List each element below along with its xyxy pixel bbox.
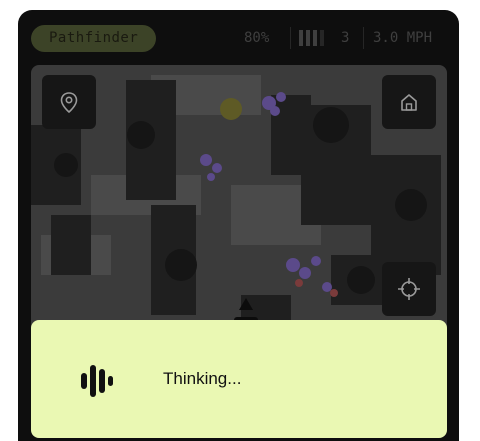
status-bar: Pathfinder 80% 3 3.0 MPH [18, 10, 459, 64]
battery-level: 80% [244, 30, 270, 46]
speed-readout: 3.0 MPH [373, 30, 433, 46]
signal-count: 3 [341, 30, 350, 46]
device-frame: Pathfinder 80% 3 3.0 MPH Thinking... [18, 10, 459, 441]
crosshair-icon [398, 278, 420, 300]
recenter-button[interactable] [382, 262, 436, 316]
signal-strength-icon [299, 30, 339, 46]
home-icon [401, 94, 417, 111]
map-view[interactable] [31, 65, 447, 335]
voice-waveform-icon [81, 365, 113, 397]
map-pin-icon [60, 92, 78, 114]
map-pin-button[interactable] [42, 75, 96, 129]
divider [290, 27, 291, 49]
divider [363, 27, 364, 49]
app-title-pill[interactable]: Pathfinder [31, 25, 157, 52]
assistant-status-panel: Thinking... [31, 320, 447, 438]
status-text: Thinking... [163, 369, 242, 388]
home-button[interactable] [382, 75, 436, 129]
